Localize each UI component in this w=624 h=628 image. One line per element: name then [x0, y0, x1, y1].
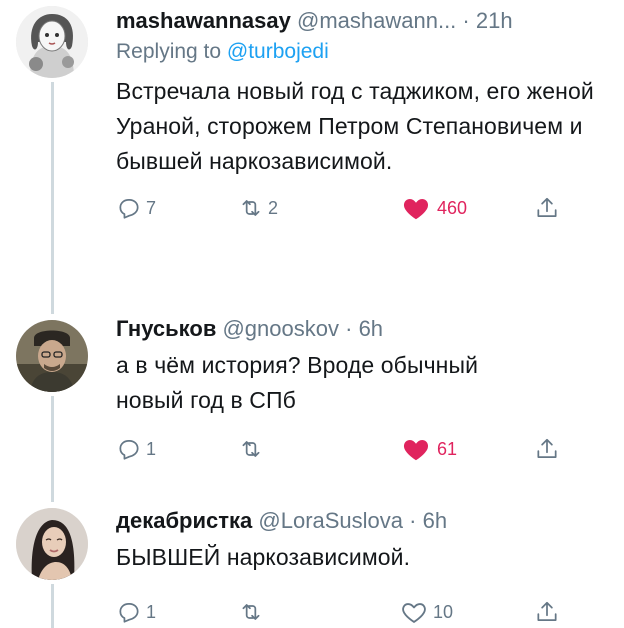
replying-to: Replying to @turbojedi	[116, 38, 612, 66]
replying-to-mention[interactable]: @turbojedi	[227, 40, 329, 63]
dot-separator: ·	[409, 508, 417, 533]
replying-to-label: Replying to	[116, 40, 222, 63]
tweet-lorasuslova[interactable]: декабристка @LoraSuslova · 6h БЫВШЕЙ нар…	[0, 490, 624, 628]
like-icon	[403, 199, 429, 220]
reply-button[interactable]: 1	[116, 434, 156, 464]
tweet-header: mashawannasay @mashawann... · 21h	[116, 6, 612, 36]
tweet-header: декабристка @LoraSuslova · 6h	[116, 506, 612, 536]
tweet-text: Встречала новый год с таджиком, его жено…	[116, 78, 594, 174]
reply-button[interactable]: 7	[116, 193, 156, 223]
author-handle[interactable]: @LoraSuslova	[258, 508, 403, 533]
retweet-button[interactable]	[238, 434, 268, 464]
share-icon	[537, 601, 557, 621]
thread-line	[51, 584, 54, 628]
like-button[interactable]: 460	[399, 193, 467, 223]
like-icon	[403, 440, 429, 461]
avatar-illustration-icon	[16, 6, 88, 78]
author-handle[interactable]: @gnooskov	[222, 316, 339, 341]
retweet-button[interactable]	[238, 597, 268, 627]
dot-separator: ·	[462, 8, 470, 33]
reply-count: 7	[146, 197, 157, 218]
tweet-actions: 1 61	[116, 434, 612, 464]
tweet-header: Гнуськов @gnooskov · 6h	[116, 314, 612, 344]
author-name[interactable]: Гнуськов	[116, 316, 216, 341]
like-button[interactable]: 10	[399, 597, 453, 627]
thread-line	[51, 300, 54, 314]
share-button[interactable]	[534, 597, 560, 627]
thread-line	[51, 396, 54, 490]
author-name[interactable]: декабристка	[116, 508, 252, 533]
tweet-timestamp[interactable]: 6h	[423, 508, 447, 533]
tweet-text: БЫВШЕЙ наркозависимой.	[116, 544, 411, 570]
retweet-icon	[242, 200, 260, 216]
retweet-count: 2	[268, 197, 279, 218]
avatar-mashawannasay[interactable]	[16, 6, 88, 78]
share-button[interactable]	[534, 193, 560, 223]
avatar-photo-icon	[16, 320, 88, 392]
author-name[interactable]: mashawannasay	[116, 8, 291, 33]
reply-button[interactable]: 1	[116, 597, 156, 627]
tweet-actions: 1 10	[116, 597, 612, 627]
like-count: 460	[437, 197, 468, 218]
reply-icon	[119, 603, 139, 623]
tweet-timestamp[interactable]: 21h	[476, 8, 513, 33]
share-icon	[537, 197, 557, 217]
reply-count: 1	[146, 438, 157, 459]
retweet-icon	[242, 441, 260, 457]
share-button[interactable]	[534, 434, 560, 464]
thread-line	[51, 490, 54, 502]
tweet-gnuskov[interactable]: Гнуськов @gnooskov · 6h а в чём история?…	[0, 300, 624, 490]
thread-line	[51, 82, 54, 304]
like-icon	[402, 603, 426, 623]
share-icon	[537, 438, 557, 458]
retweet-button[interactable]: 2	[238, 193, 278, 223]
like-count: 10	[433, 601, 454, 622]
avatar-gnuskov[interactable]	[16, 320, 88, 392]
like-count: 61	[437, 438, 458, 459]
reply-count: 1	[146, 601, 157, 622]
tweet-timestamp[interactable]: 6h	[359, 316, 383, 341]
author-handle[interactable]: @mashawann...	[297, 8, 456, 33]
reply-icon	[119, 440, 139, 460]
like-button[interactable]: 61	[399, 434, 457, 464]
retweet-icon	[242, 604, 260, 620]
dot-separator: ·	[345, 316, 353, 341]
tweet-text: а в чём история? Вроде обычный новый год…	[116, 352, 479, 413]
tweet-actions: 7 2 460	[116, 193, 612, 223]
reply-icon	[119, 199, 139, 219]
tweet-mashawannasay[interactable]: mashawannasay @mashawann... · 21h Replyi…	[0, 0, 624, 304]
avatar-lorasuslova[interactable]	[16, 508, 88, 580]
avatar-photo-icon	[16, 508, 88, 580]
